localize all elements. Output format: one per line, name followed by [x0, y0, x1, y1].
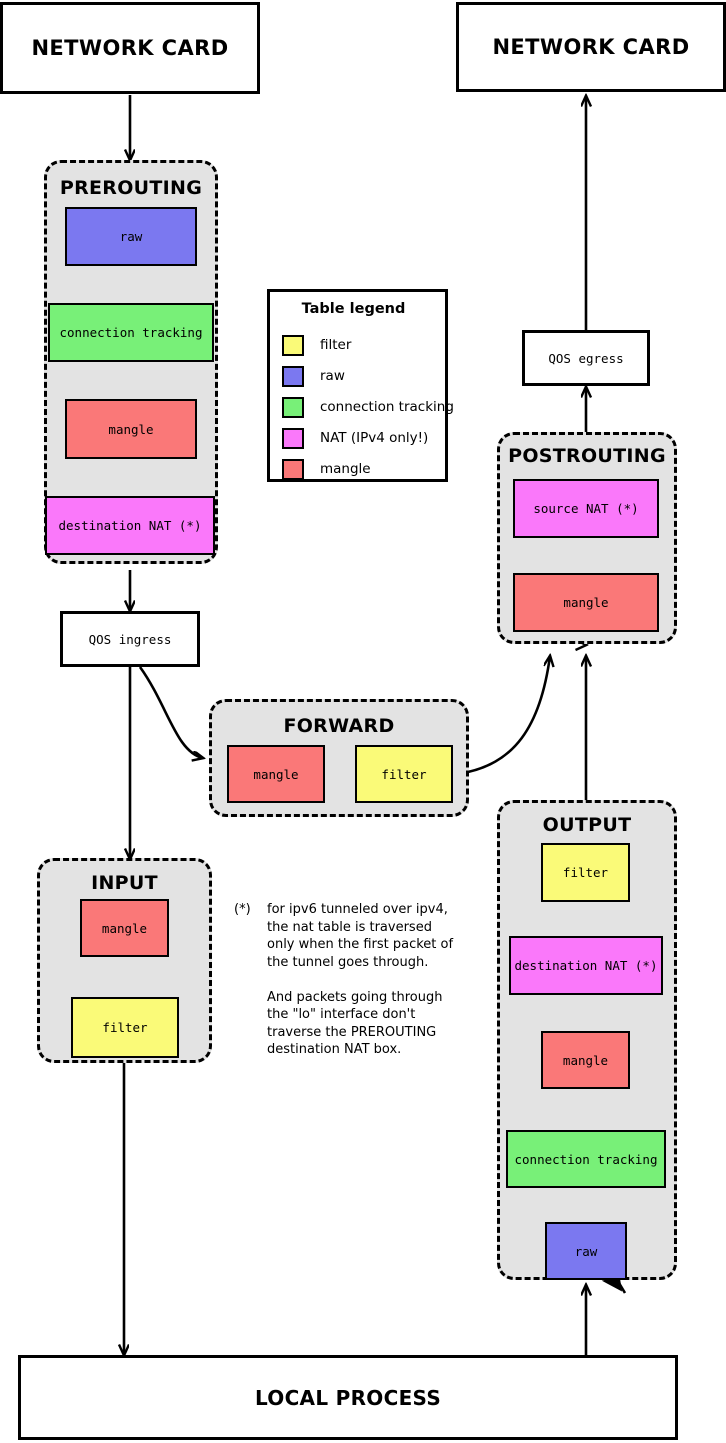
legend-item-raw: raw [282, 365, 345, 387]
footnote-paragraph-1: (*) for ipv6 tunneled over ipv4, the nat… [234, 901, 454, 971]
table-box-label: filter [381, 766, 427, 782]
network-card-egress-label: NETWORK CARD [492, 35, 690, 59]
table-box-label: connection tracking [514, 1151, 658, 1167]
legend-item-label: connection tracking [320, 399, 454, 415]
table-box-forward-mangle[interactable]: mangle [227, 745, 325, 803]
table-legend: Table legend filter raw connection track… [267, 289, 454, 482]
legend-item-conntrack: connection tracking [282, 396, 454, 418]
network-card-ingress-label: NETWORK CARD [31, 36, 229, 60]
legend-swatch-nat [282, 427, 304, 449]
table-box-label: raw [119, 229, 143, 244]
table-box-label: raw [574, 1243, 598, 1259]
local-process-node: LOCAL PROCESS [18, 1355, 678, 1440]
chain-prerouting-title: PREROUTING [59, 177, 203, 199]
legend-swatch-raw [282, 365, 304, 387]
table-box-output-raw[interactable]: raw [545, 1222, 627, 1280]
table-box-label: mangle [101, 920, 148, 936]
table-box-output-conntrack[interactable]: connection tracking [506, 1130, 666, 1188]
footnote-block: (*) for ipv6 tunneled over ipv4, the nat… [234, 901, 454, 1059]
legend-item-label: filter [320, 337, 352, 353]
footnote-marker: (*) [234, 902, 251, 917]
legend-item-label: raw [320, 368, 345, 384]
table-box-label: connection tracking [59, 325, 203, 340]
iptables-packet-flow-diagram: NETWORK CARD NETWORK CARD PREROUTING raw… [0, 0, 726, 1443]
footnote-paragraph-2: And packets going through the "lo" inter… [234, 989, 454, 1059]
table-box-label: destination NAT (*) [514, 958, 658, 973]
legend-item-label: NAT (IPv4 only!) [320, 430, 429, 446]
local-process-label: LOCAL PROCESS [254, 1385, 442, 1410]
table-box-output-mangle[interactable]: mangle [541, 1031, 630, 1089]
chain-postrouting-title: POSTROUTING [508, 445, 666, 467]
chain-input-title: INPUT [91, 872, 158, 894]
table-box-forward-filter[interactable]: filter [355, 745, 453, 803]
table-box-label: filter [102, 1020, 148, 1035]
table-box-prerouting-raw[interactable]: raw [65, 207, 197, 266]
table-box-label: mangle [563, 595, 609, 610]
legend-item-nat: NAT (IPv4 only!) [282, 427, 428, 449]
legend-swatch-mangle [282, 458, 304, 480]
table-box-label: mangle [108, 421, 154, 437]
table-box-prerouting-mangle[interactable]: mangle [65, 399, 197, 459]
network-card-ingress-node: NETWORK CARD [0, 2, 260, 94]
table-box-output-filter[interactable]: filter [541, 843, 630, 902]
table-box-input-filter[interactable]: filter [71, 997, 179, 1058]
table-box-label: destination NAT (*) [58, 518, 202, 533]
chain-forward-title: FORWARD [283, 715, 395, 737]
table-legend-title: Table legend [301, 301, 406, 317]
table-box-prerouting-dnat[interactable]: destination NAT (*) [45, 496, 215, 555]
table-box-prerouting-conntrack[interactable]: connection tracking [48, 303, 214, 362]
table-box-postrouting-mangle[interactable]: mangle [513, 573, 659, 632]
network-card-egress-node: NETWORK CARD [456, 2, 726, 92]
table-box-label: filter [562, 865, 609, 880]
table-box-label: source NAT (*) [533, 501, 639, 516]
table-box-output-dnat[interactable]: destination NAT (*) [509, 936, 663, 995]
table-box-label: mangle [562, 1052, 609, 1068]
table-box-input-mangle[interactable]: mangle [80, 899, 169, 957]
legend-item-label: mangle [320, 461, 371, 477]
qos-ingress-node: QOS ingress [60, 611, 200, 667]
chain-output-title: OUTPUT [542, 814, 632, 836]
table-box-label: mangle [253, 766, 299, 782]
legend-item-mangle: mangle [282, 458, 371, 480]
footnote-text-1: for ipv6 tunneled over ipv4, the nat tab… [267, 902, 454, 970]
legend-swatch-filter [282, 334, 304, 356]
qos-egress-label: QOS egress [548, 350, 624, 366]
footnote-text-2: And packets going through the "lo" inter… [267, 989, 443, 1058]
qos-ingress-label: QOS ingress [88, 631, 172, 647]
table-box-postrouting-snat[interactable]: source NAT (*) [513, 479, 659, 538]
qos-egress-node: QOS egress [522, 330, 650, 386]
legend-swatch-conntrack [282, 396, 304, 418]
legend-item-filter: filter [282, 334, 351, 356]
